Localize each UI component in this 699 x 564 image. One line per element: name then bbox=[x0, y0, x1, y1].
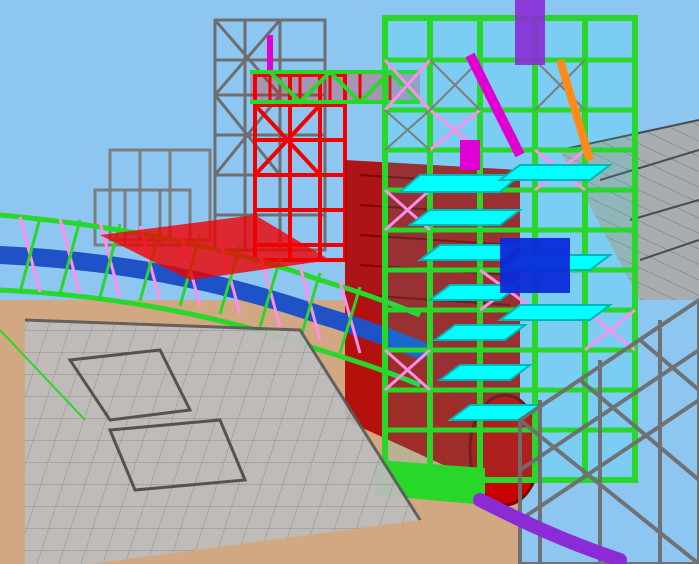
blue-equipment-box bbox=[500, 238, 570, 293]
industrial-structure-3d-model bbox=[0, 0, 699, 564]
